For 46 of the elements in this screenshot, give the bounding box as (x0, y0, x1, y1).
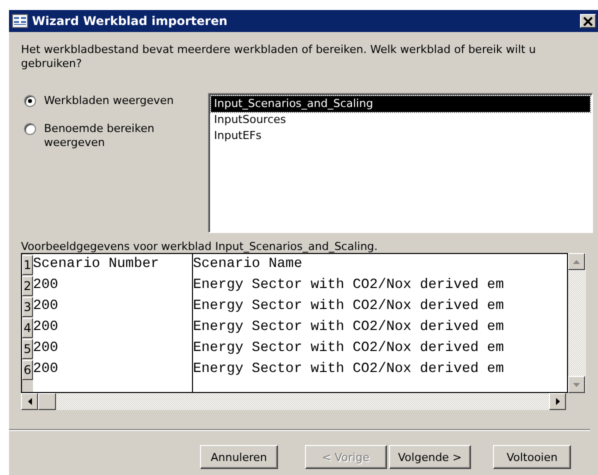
radio-button[interactable] (24, 123, 36, 135)
table-cell: 200 (33, 338, 193, 359)
table-cell-text: Energy Sector with CO2/Nox derived em (193, 276, 505, 295)
window-title: Wizard Werkblad importeren (32, 14, 228, 28)
scroll-up-button[interactable] (568, 253, 585, 270)
right-arrow-icon (556, 398, 560, 405)
radio-label[interactable]: Werkbladen weergeven (44, 94, 194, 108)
window-icon (12, 14, 28, 28)
wizard-button[interactable]: Annuleren (200, 445, 278, 469)
table-cell-text: Scenario Name (193, 255, 304, 274)
preview-caption: Voorbeeldgegevens voor werkblad Input_Scenarios_and_Scaling. (21, 241, 379, 253)
table-cell-text: Energy Sector with CO2/Nox derived em (193, 360, 505, 379)
row-number: 2 (22, 276, 33, 296)
scroll-down-button[interactable] (568, 376, 585, 393)
table-cell: Scenario Number (33, 254, 193, 275)
down-arrow-icon (573, 382, 580, 386)
left-arrow-icon (28, 398, 32, 405)
table-cell-text: Energy Sector with CO2/Nox derived em (193, 339, 505, 358)
row-number: 4 (22, 318, 33, 338)
table-cell: 200 (33, 359, 193, 380)
row-number: 1 (22, 255, 33, 275)
vertical-scrollbar[interactable] (568, 253, 586, 393)
instruction-text: Het werkbladbestand bevat meerdere werkbladen of bereiken. Welk werkblad of bereik wilt u gebruiken? (21, 43, 537, 71)
table-cell-text: Energy Sector with CO2/Nox derived em (193, 297, 505, 316)
close-button[interactable] (580, 14, 596, 28)
sheet-list-item[interactable]: Input_Scenarios_and_Scaling (211, 96, 590, 112)
row-number: 6 (22, 360, 33, 380)
close-icon (583, 16, 593, 26)
sheet-list[interactable]: Input_Scenarios_and_Scaling InputSources InputEFs (208, 93, 593, 233)
sheet-list-item[interactable]: InputSources (211, 112, 590, 128)
scroll-right-button[interactable] (549, 393, 566, 410)
table-cell-text: Energy Sector with CO2/Nox derived em (193, 318, 505, 337)
wizard-button[interactable]: Volgende > (388, 445, 472, 469)
scroll-thumb[interactable] (38, 393, 56, 410)
row-number: 5 (22, 339, 33, 359)
radio-label[interactable]: Benoemde bereiken weergeven (44, 122, 194, 150)
sheet-list-item[interactable]: InputEFs (211, 128, 590, 144)
horizontal-scrollbar[interactable] (21, 393, 566, 410)
row-number: 3 (22, 297, 33, 317)
radio-button[interactable] (24, 95, 36, 107)
table-cell: 200 (33, 317, 193, 338)
wizard-button[interactable]: Voltooien (493, 445, 571, 469)
scroll-left-button[interactable] (21, 393, 38, 410)
table-cell: 200 (33, 296, 193, 317)
table-cell: 200 (33, 275, 193, 296)
up-arrow-icon (573, 260, 580, 264)
